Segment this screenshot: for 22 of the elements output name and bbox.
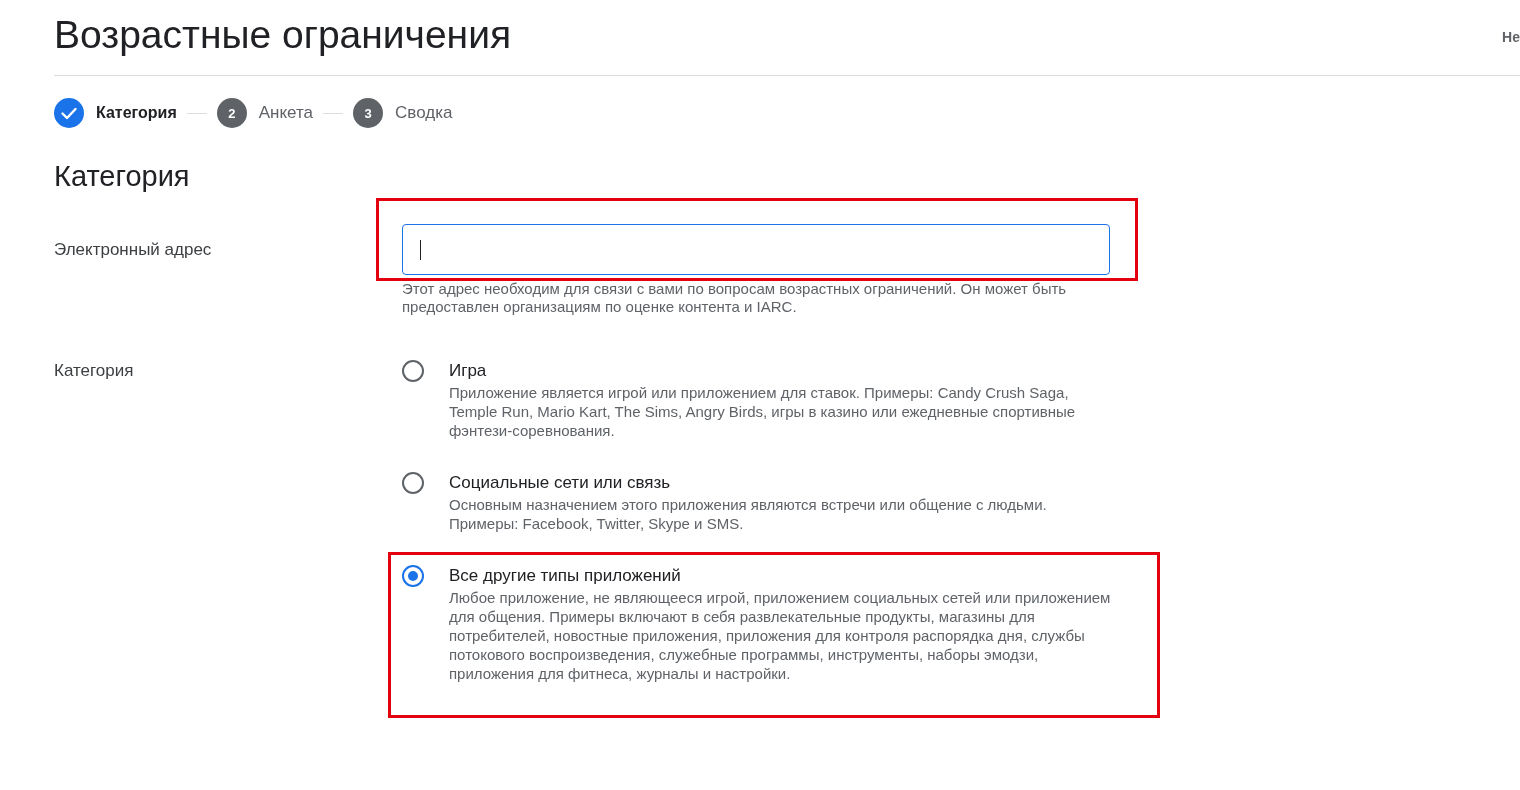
option-description: Основным назначением этого приложения являются встречи или общение с людьми. Примеры: Facebook, Twitter, Skype и SMS. [449, 495, 1048, 533]
step-label: Категория [96, 103, 177, 123]
radio-button[interactable] [402, 360, 424, 382]
helper-text: Этот адрес необходим для связи с вами по вопросам возрастных ограничений. Он может быть предоставлен организациям по оценке контента и IARC. [402, 280, 1068, 316]
page-title: Возрастные ограничения [54, 15, 512, 55]
step-label: Анкета [258, 103, 314, 123]
step-number: 2 [216, 98, 247, 128]
section-title: Категория [54, 161, 190, 191]
radio-button[interactable] [402, 472, 424, 494]
option-title: Игра [449, 360, 488, 382]
step-number: 3 [353, 98, 384, 128]
option-title: Социальные сети или связь [449, 472, 672, 494]
field-label: Категория [54, 360, 134, 381]
option-description: Приложение является игрой или приложением для ставок. Примеры: Candy Crush Saga, Temple Run, Mario Kart, The Sims, Angry Birds, игры в казино или ежедневные спортивные фэнтези-соревнования. [449, 383, 1077, 440]
option-description: Любое приложение, не являющееся игрой, приложением социальных сетей или приложением для общения. Примеры включают в себя развлекательные продукты, магазины для потребителей, новостные приложения, приложения для контроля распорядка дня, службы потокового воспроизведения, служебные программы, инструменты, наборы эмодзи, приложения для фитнеса, журналы и настройки. [449, 588, 1112, 683]
option-title: Все другие типы приложений [449, 565, 682, 587]
header-text: Не [1502, 28, 1520, 47]
field-label: Электронный адрес [54, 239, 212, 260]
text-cursor-icon [420, 239, 421, 260]
email-input-field[interactable] [402, 224, 1110, 275]
step-label: Сводка [395, 103, 453, 123]
radio-button[interactable] [402, 565, 424, 587]
